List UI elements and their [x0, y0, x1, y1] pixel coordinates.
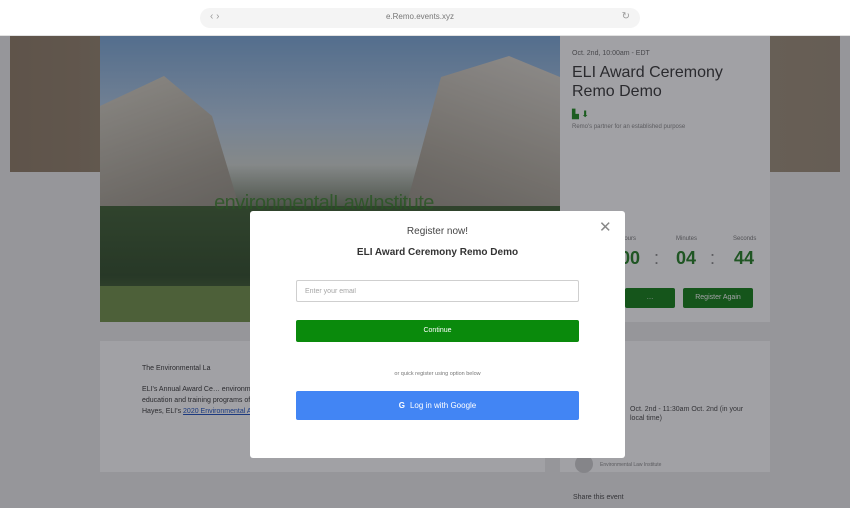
google-login-button[interactable]: G Log in with Google — [296, 391, 579, 420]
address-url[interactable]: e.Remo.events.xyz — [200, 12, 640, 21]
quick-register-text: or quick register using option below — [394, 371, 481, 377]
register-modal: ✕ Register now! ELI Award Ceremony Remo … — [250, 211, 625, 458]
continue-button[interactable]: Continue — [296, 320, 579, 342]
modal-event-name: ELI Award Ceremony Remo Demo — [356, 247, 519, 258]
modal-title: Register now! — [406, 226, 469, 237]
refresh-icon[interactable]: ↻ — [622, 11, 630, 22]
google-icon: G — [398, 401, 405, 410]
google-login-label: Log in with Google — [409, 401, 477, 410]
address-bar[interactable]: ‹ › e.Remo.events.xyz ↻ — [200, 8, 640, 28]
email-field[interactable] — [296, 280, 579, 302]
browser-toolbar: ‹ › e.Remo.events.xyz ↻ — [0, 0, 850, 36]
